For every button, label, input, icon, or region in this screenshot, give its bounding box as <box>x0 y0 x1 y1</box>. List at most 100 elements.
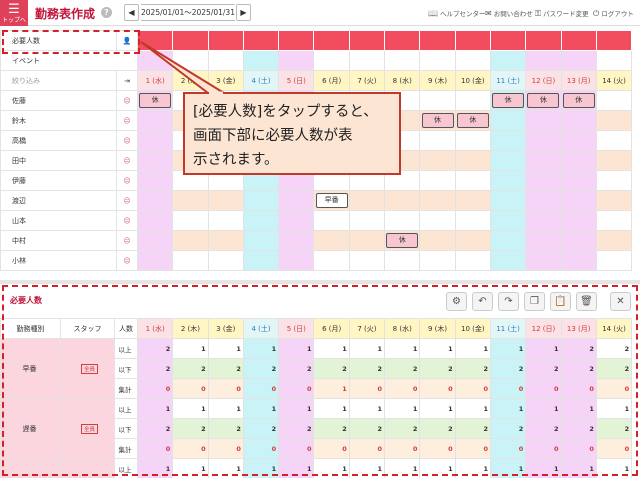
staff-name[interactable]: 田中 <box>0 150 117 171</box>
required-count-cell[interactable]: 2 <box>348 358 386 379</box>
required-count-cell[interactable]: 0 <box>348 378 386 399</box>
event-cell[interactable] <box>525 50 562 71</box>
day-header[interactable]: 6 (月) <box>313 70 350 91</box>
staff-name[interactable]: 鈴木 <box>0 110 117 131</box>
required-count-cell[interactable]: 2 <box>525 418 562 439</box>
required-count-cell[interactable]: 1 <box>242 338 280 359</box>
required-count-cell[interactable]: 0 <box>525 378 562 399</box>
shift-cell[interactable] <box>136 190 174 211</box>
required-count-cell[interactable]: 1 <box>525 338 562 359</box>
required-count-cell[interactable]: 1 <box>242 458 280 478</box>
shift-cell[interactable] <box>136 170 174 191</box>
shift-cell[interactable] <box>419 150 456 171</box>
shift-cell[interactable] <box>525 230 562 251</box>
shift-cell[interactable]: 休 <box>384 230 421 251</box>
required-count-cell[interactable]: 1 <box>278 338 315 359</box>
event-cell[interactable] <box>136 50 174 71</box>
shift-cell[interactable] <box>313 210 350 231</box>
paste-icon[interactable]: 📋 <box>550 292 571 311</box>
day-header[interactable]: 1 (水) <box>136 70 174 91</box>
day-header[interactable]: 3 (金) <box>207 70 244 91</box>
shift-cell[interactable] <box>207 230 244 251</box>
required-count-cell[interactable]: 2 <box>595 338 633 359</box>
shift-cell[interactable] <box>560 110 597 131</box>
shift-cell[interactable] <box>454 130 491 151</box>
required-count-cell[interactable]: 1 <box>207 458 244 478</box>
delete-icon[interactable]: 🗑 <box>576 292 597 311</box>
required-count-cell[interactable]: 0 <box>595 378 633 399</box>
required-count-cell[interactable]: 0 <box>207 378 244 399</box>
required-count-cell[interactable]: 1 <box>207 338 244 359</box>
staff-name[interactable]: 小林 <box>0 250 117 271</box>
required-count-cell[interactable]: 2 <box>419 418 456 439</box>
shift-cell[interactable] <box>595 130 633 151</box>
required-count-cell[interactable]: 0 <box>313 438 350 459</box>
required-count-cell[interactable]: 1 <box>419 338 456 359</box>
shift-cell[interactable] <box>136 110 174 131</box>
date-range-label[interactable]: 2025/01/01～2025/01/31 <box>141 4 235 21</box>
shift-cell[interactable] <box>419 210 456 231</box>
event-cell[interactable] <box>419 50 456 71</box>
required-count-cell[interactable]: 2 <box>560 418 597 439</box>
required-status-cell[interactable] <box>560 30 597 51</box>
shift-cell[interactable]: 休 <box>525 90 562 111</box>
copy-icon[interactable]: ❐ <box>524 292 545 311</box>
filter-input[interactable]: 絞り込み <box>0 70 117 91</box>
required-count-cell[interactable]: 2 <box>278 358 315 379</box>
required-count-cell[interactable]: 1 <box>454 398 491 419</box>
shift-cell[interactable] <box>454 250 491 271</box>
required-count-cell[interactable]: 2 <box>136 418 174 439</box>
required-count-cell[interactable]: 2 <box>207 418 244 439</box>
required-count-cell[interactable]: 1 <box>384 338 421 359</box>
required-count-cell[interactable]: 0 <box>595 438 633 459</box>
shift-cell[interactable] <box>136 150 174 171</box>
required-count-cell[interactable]: 2 <box>348 418 386 439</box>
shift-cell[interactable] <box>489 230 527 251</box>
required-count-cell[interactable]: 2 <box>313 418 350 439</box>
required-count-cell[interactable]: 0 <box>172 378 209 399</box>
required-count-cell[interactable]: 1 <box>384 398 421 419</box>
required-count-cell[interactable]: 0 <box>419 438 456 459</box>
day-header[interactable]: 11 (土) <box>489 70 527 91</box>
required-count-cell[interactable]: 0 <box>348 438 386 459</box>
required-status-cell[interactable] <box>489 30 527 51</box>
shift-cell[interactable] <box>595 90 633 111</box>
shift-cell[interactable] <box>595 230 633 251</box>
shift-cell[interactable] <box>242 190 280 211</box>
close-icon[interactable]: ✕ <box>610 292 631 311</box>
shift-cell[interactable]: 休 <box>454 110 491 131</box>
required-count-cell[interactable]: 1 <box>454 338 491 359</box>
shift-cell[interactable] <box>489 190 527 211</box>
day-header[interactable]: 12 (日) <box>525 70 562 91</box>
export-icon[interactable]: ⇥ <box>116 70 138 91</box>
contact-link[interactable]: ✉ お問い合わせ <box>485 8 533 18</box>
required-status-cell[interactable] <box>348 30 386 51</box>
shift-cell[interactable] <box>136 230 174 251</box>
shift-type-cell[interactable] <box>0 458 61 478</box>
shift-chip[interactable]: 休 <box>527 93 560 108</box>
required-count-cell[interactable]: 1 <box>525 398 562 419</box>
shift-cell[interactable] <box>595 150 633 171</box>
shift-cell[interactable] <box>172 250 209 271</box>
required-count-cell[interactable]: 1 <box>525 458 562 478</box>
required-count-cell[interactable]: 1 <box>278 458 315 478</box>
shift-cell[interactable] <box>595 250 633 271</box>
required-status-cell[interactable] <box>595 30 633 51</box>
required-count-cell[interactable]: 1 <box>560 398 597 419</box>
shift-cell[interactable] <box>489 170 527 191</box>
required-count-cell[interactable]: 1 <box>313 458 350 478</box>
day-header[interactable]: 8 (水) <box>384 70 421 91</box>
required-count-cell[interactable]: 1 <box>313 378 350 399</box>
required-count-cell[interactable]: 1 <box>419 458 456 478</box>
shift-cell[interactable]: 休 <box>136 90 174 111</box>
shift-cell[interactable] <box>242 210 280 231</box>
shift-type-cell[interactable]: 早番 <box>0 338 61 399</box>
required-count-cell[interactable]: 0 <box>136 438 174 459</box>
shift-cell[interactable] <box>207 210 244 231</box>
required-count-cell[interactable]: 1 <box>172 398 209 419</box>
shift-cell[interactable] <box>560 150 597 171</box>
shift-cell[interactable] <box>384 250 421 271</box>
required-status-cell[interactable] <box>525 30 562 51</box>
required-count-cell[interactable]: 2 <box>313 358 350 379</box>
shift-cell[interactable] <box>419 250 456 271</box>
